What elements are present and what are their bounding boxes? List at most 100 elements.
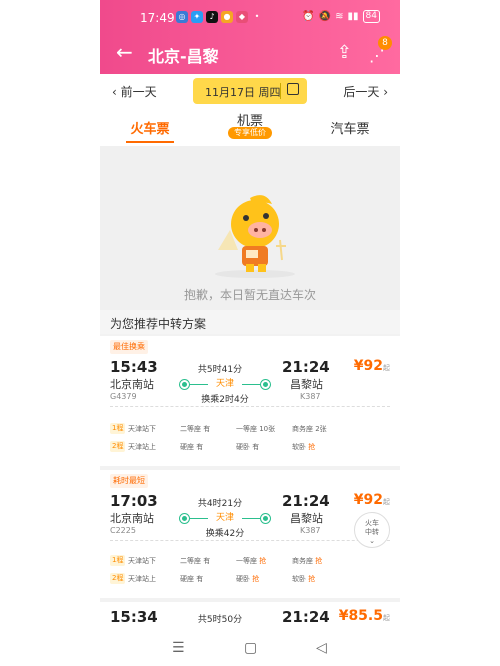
price-suffix: 起 xyxy=(383,498,390,506)
seat-type: 一等座 xyxy=(236,557,257,565)
segment-station: 天津站下 xyxy=(128,425,156,433)
seat-availability: 软卧 抢 xyxy=(292,574,315,584)
home-icon[interactable]: ▢ xyxy=(244,640,257,656)
empty-state: 抱歉，本日暂无直达车次 xyxy=(100,146,400,310)
segment-number: 2程 xyxy=(110,441,126,452)
segment-station: 天津站上 xyxy=(128,443,156,451)
transfer-city: 天津 xyxy=(208,376,242,389)
from-station: 北京南站 xyxy=(110,512,154,525)
dot-icon: • xyxy=(254,12,260,21)
route-start-dot xyxy=(180,380,189,389)
next-day-label: 后一天 xyxy=(343,85,380,99)
transfer-card[interactable]: 15:34 共5时50分 21:24 ¥85.5起 xyxy=(100,602,400,632)
segment-row: 2程 天津站上 硬座 有 硬卧 有 软卧 抢 xyxy=(110,440,390,454)
seat-availability: 一等座 抢 xyxy=(236,556,266,566)
seat-type: 商务座 xyxy=(292,557,313,565)
notification-badge: 8 xyxy=(378,36,392,50)
train-transfer-float-button[interactable]: 火车 中转 ⌄ xyxy=(354,512,390,548)
route-end-dot xyxy=(261,514,270,523)
price-suffix: 起 xyxy=(383,364,390,372)
seat-status: 抢 xyxy=(315,557,323,565)
mascot-illustration xyxy=(215,195,295,278)
notification-icons: ◎ ✦ ♪ ● ◆ • xyxy=(176,11,263,23)
arrival-time: 21:24 xyxy=(282,358,330,376)
departure-time: 15:43 xyxy=(110,358,158,376)
seat-availability: 软卧 抢 xyxy=(292,442,315,452)
price-value: ¥92 xyxy=(353,358,383,374)
segment-number: 1程 xyxy=(110,555,126,566)
arrival-time: 21:24 xyxy=(282,492,330,510)
recommend-header: 为您推荐中转方案 xyxy=(100,310,400,334)
seat-availability: 二等座 有 xyxy=(180,425,211,433)
next-day-button[interactable]: 后一天 › xyxy=(343,83,388,100)
card-tag: 耗时最短 xyxy=(110,474,148,488)
prev-day-button[interactable]: ‹ 前一天 xyxy=(112,83,157,100)
seat-status: 抢 xyxy=(308,575,316,583)
seat-availability: 硬座 有 xyxy=(180,443,204,451)
total-duration: 共5时41分 xyxy=(197,365,243,375)
status-bar: 17:49 ◎ ✦ ♪ ● ◆ • ⏰ 🔕 ≋ ▮▮ 84 xyxy=(100,0,400,34)
transfer-time: 换乘2时4分 xyxy=(201,395,249,405)
arrival-time: 21:24 xyxy=(282,608,330,626)
segment-row: 2程 天津站上 硬座 有 硬卧 抢 软卧 抢 xyxy=(110,572,390,586)
recommend-title: 为您推荐中转方案 xyxy=(110,317,207,331)
chevron-down-icon: ⌄ xyxy=(369,537,375,545)
menu-icon[interactable]: ☰ xyxy=(172,640,185,656)
total-duration: 共5时50分 xyxy=(197,615,243,625)
back-arrow-icon[interactable]: ← xyxy=(116,40,133,64)
tab-bus-label: 汽车票 xyxy=(330,122,370,137)
date-bar: ‹ 前一天 11月17日 周四 后一天 › xyxy=(100,74,400,108)
transport-tabs: 火车票 机票 专享低价 汽车票 xyxy=(100,108,400,146)
tab-bus[interactable]: 汽车票 xyxy=(300,108,400,146)
selected-date: 11月17日 周四 xyxy=(205,86,281,99)
segment-number: 2程 xyxy=(110,573,126,584)
total-duration: 共4时21分 xyxy=(197,499,243,509)
departure-time: 17:03 xyxy=(110,492,158,510)
card-divider xyxy=(110,406,390,407)
price-suffix: 起 xyxy=(383,614,390,622)
card-divider xyxy=(110,540,390,541)
train-number-2: K387 xyxy=(300,392,321,401)
tab-train[interactable]: 火车票 xyxy=(100,108,200,146)
segment-number: 1程 xyxy=(110,423,126,434)
tab-train-label: 火车票 xyxy=(130,122,170,137)
float-button-line2: 中转 xyxy=(365,528,379,536)
app-icon: ● xyxy=(221,11,233,23)
app-icon: ✦ xyxy=(191,11,203,23)
active-tab-indicator xyxy=(126,141,174,143)
wifi-icon: ≋ xyxy=(335,11,344,22)
segment-row: 1程 天津站下 二等座 有 一等座 10张 商务座 2张 xyxy=(110,422,390,436)
signal-icon: ▮▮ xyxy=(347,11,359,22)
train-number-1: C2225 xyxy=(110,526,136,535)
train-number-1: G4379 xyxy=(110,392,137,401)
empty-message: 抱歉，本日暂无直达车次 xyxy=(183,288,316,302)
system-nav-bar: ☰ ▢ ◁ xyxy=(100,632,400,666)
seat-status: 抢 xyxy=(259,557,267,565)
seat-availability: 硬卧 有 xyxy=(236,443,260,451)
app-icon: ◆ xyxy=(236,11,248,23)
card-tag: 最佳换乘 xyxy=(110,340,148,354)
route-line: 天津 xyxy=(180,510,270,524)
float-button-line1: 火车 xyxy=(365,519,379,527)
seat-type: 硬卧 xyxy=(236,575,250,583)
segment-row: 1程 天津站下 二等座 有 一等座 抢 商务座 抢 xyxy=(110,554,390,568)
alarm-icon: ⏰ xyxy=(302,11,315,22)
to-station: 昌黎站 xyxy=(290,512,323,525)
system-icons: ⏰ 🔕 ≋ ▮▮ 84 xyxy=(302,10,380,23)
phone-screen: 17:49 ◎ ✦ ♪ ● ◆ • ⏰ 🔕 ≋ ▮▮ 84 ← 北京-昌黎 ⇪ … xyxy=(100,0,400,666)
divider xyxy=(280,83,281,99)
status-time: 17:49 xyxy=(140,11,175,25)
tab-flight[interactable]: 机票 专享低价 xyxy=(200,108,300,146)
train-number-2: K387 xyxy=(300,526,321,535)
segment-station: 天津站下 xyxy=(128,557,156,565)
transfer-time: 换乘42分 xyxy=(205,529,245,539)
route-end-dot xyxy=(261,380,270,389)
price: ¥92起 xyxy=(354,358,390,374)
route-start-dot xyxy=(180,514,189,523)
price-value: ¥92 xyxy=(353,492,383,508)
app-icon: ◎ xyxy=(176,11,188,23)
back-icon[interactable]: ◁ xyxy=(316,640,327,656)
date-picker[interactable]: 11月17日 周四 xyxy=(193,78,307,104)
share-icon[interactable]: ⇪ xyxy=(337,42,352,63)
transfer-card[interactable]: 最佳换乘 15:43 共5时41分 21:24 ¥92起 北京南站 天津 昌黎站… xyxy=(100,336,400,466)
